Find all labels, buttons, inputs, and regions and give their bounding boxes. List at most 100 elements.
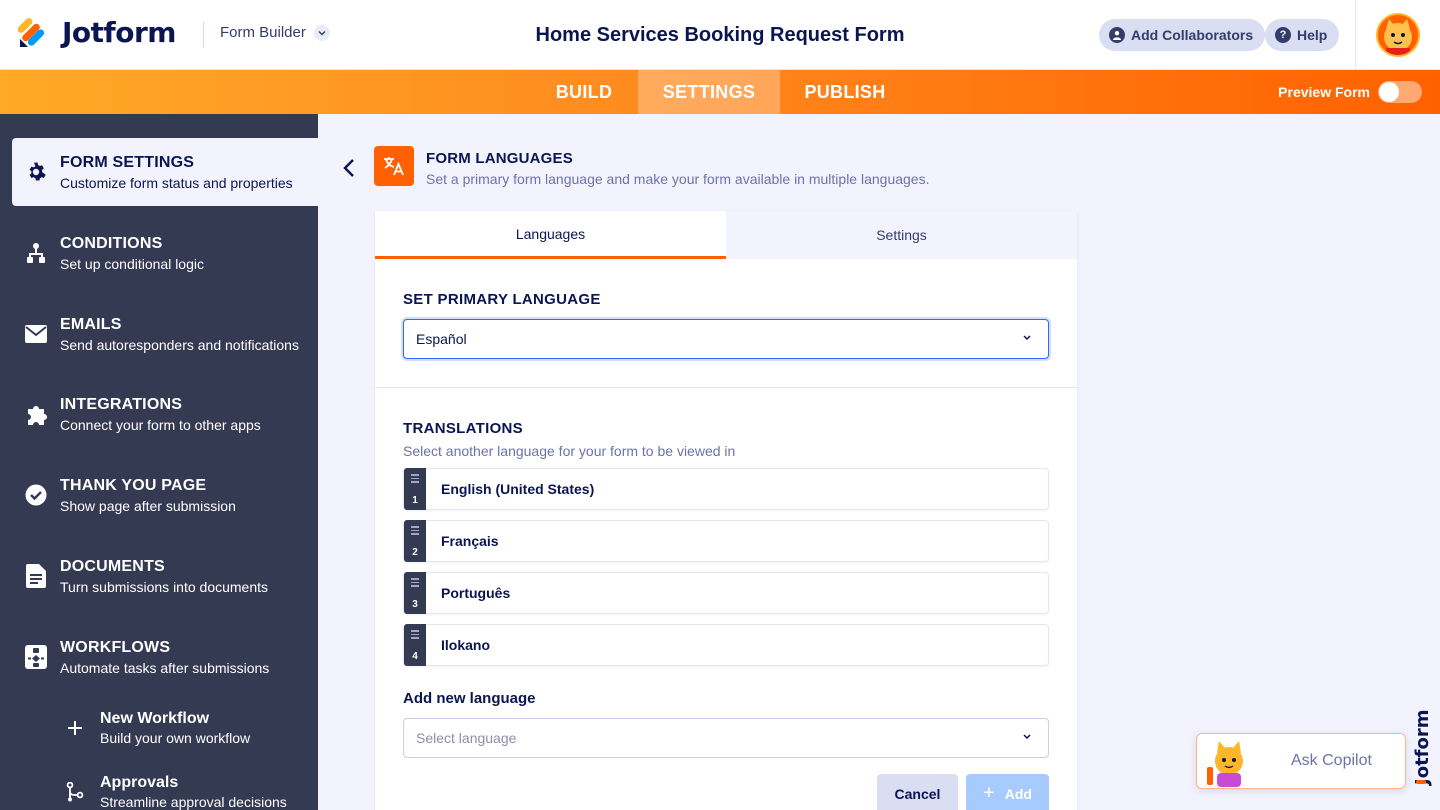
translation-row[interactable]: 1 English (United States) xyxy=(403,468,1049,510)
drag-handle-icon xyxy=(411,578,419,589)
sidebar-item-subtitle: Connect your form to other apps xyxy=(60,416,261,433)
sidebar-item-subtitle: Show page after submission xyxy=(60,497,236,514)
add-button-label: Add xyxy=(1004,786,1032,802)
avatar[interactable] xyxy=(1376,13,1420,57)
translation-row[interactable]: 2 Français xyxy=(403,520,1049,562)
section-title: FORM LANGUAGES xyxy=(426,150,573,167)
workflow-icon xyxy=(12,645,60,669)
check-circle-icon xyxy=(12,484,60,506)
sidebar-item-subtitle: Automate tasks after submissions xyxy=(60,659,270,676)
puzzle-icon xyxy=(12,403,60,425)
svg-text:Jotform: Jotform xyxy=(1412,710,1433,788)
translation-name: Ilokano xyxy=(441,637,491,653)
preview-form: Preview Form xyxy=(1278,81,1422,103)
header-divider xyxy=(203,22,204,48)
tab-build-label: BUILD xyxy=(555,81,613,102)
chevron-left-icon xyxy=(343,159,354,177)
drag-handle[interactable]: 2 xyxy=(404,520,426,562)
sidebar-subitem-new-workflow[interactable]: New Workflow Build your own workflow xyxy=(60,704,318,752)
add-language-label: Add new language xyxy=(403,690,536,707)
user-icon xyxy=(1109,27,1125,43)
add-language-button[interactable]: + Add xyxy=(966,774,1049,810)
envelope-icon xyxy=(12,325,60,343)
drag-handle-icon xyxy=(411,474,419,485)
ask-copilot-button[interactable]: Ask Copilot xyxy=(1196,733,1406,789)
translation-index: 1 xyxy=(412,495,418,506)
form-title[interactable]: Home Services Booking Request Form xyxy=(536,24,905,46)
approvals-icon xyxy=(60,782,90,802)
translation-index: 2 xyxy=(412,547,418,558)
translations-label: TRANSLATIONS xyxy=(403,420,523,437)
jotform-vertical-logo: Jotform xyxy=(1410,690,1434,790)
help-button[interactable]: ? Help xyxy=(1265,19,1340,51)
translations-helper: Select another language for your form to… xyxy=(403,443,736,459)
primary-language-value: Español xyxy=(416,331,467,347)
help-label: Help xyxy=(1297,27,1328,43)
subitem-subtitle: Build your own workflow xyxy=(100,730,251,746)
preview-form-label: Preview Form xyxy=(1278,84,1370,100)
chevron-down-icon xyxy=(1023,734,1031,740)
add-collaborators-label: Add Collaborators xyxy=(1131,27,1254,43)
drag-handle[interactable]: 3 xyxy=(404,572,426,614)
sidebar-item-integrations[interactable]: INTEGRATIONS Connect your form to other … xyxy=(12,380,318,448)
top-header: Jotform Form Builder Home Services Booki… xyxy=(0,0,1440,70)
cat-avatar-icon xyxy=(1384,19,1412,55)
jotform-logo-icon xyxy=(18,17,45,47)
chevron-down-icon xyxy=(1023,335,1031,341)
sidebar-subitem-approvals[interactable]: Approvals Streamline approval decisions xyxy=(60,768,318,810)
plus-icon xyxy=(60,721,90,735)
translation-name: English (United States) xyxy=(441,481,595,497)
chevron-down-icon xyxy=(313,24,330,41)
subitem-title: New Workflow xyxy=(100,710,210,727)
conditions-icon xyxy=(12,242,60,264)
add-collaborators-button[interactable]: Add Collaborators xyxy=(1099,19,1266,51)
sidebar-item-thank-you-page[interactable]: THANK YOU PAGE Show page after submissio… xyxy=(12,461,318,529)
tab-languages-label: Languages xyxy=(515,225,586,242)
sidebar-item-subtitle: Set up conditional logic xyxy=(60,255,204,272)
drag-handle[interactable]: 1 xyxy=(404,468,426,510)
header-separator xyxy=(1355,0,1356,70)
tab-panel-settings-label: Settings xyxy=(876,227,927,243)
sidebar-item-title: THANK YOU PAGE xyxy=(60,476,207,494)
primary-language-select[interactable]: Español xyxy=(403,319,1049,359)
document-icon xyxy=(12,564,60,588)
sidebar-item-subtitle: Customize form status and properties xyxy=(60,174,293,191)
primary-language-label: SET PRIMARY LANGUAGE xyxy=(403,291,601,308)
sidebar-item-subtitle: Turn submissions into documents xyxy=(60,578,269,595)
sidebar-item-conditions[interactable]: CONDITIONS Set up conditional logic xyxy=(12,219,318,287)
tab-build[interactable]: BUILD xyxy=(530,70,638,114)
drag-handle-icon xyxy=(411,526,419,537)
sidebar-item-documents[interactable]: DOCUMENTS Turn submissions into document… xyxy=(12,542,318,610)
translation-name: Português xyxy=(441,585,511,601)
translation-index: 3 xyxy=(412,599,418,610)
cancel-button-label: Cancel xyxy=(894,786,941,802)
sidebar-item-form-settings[interactable]: FORM SETTINGS Customize form status and … xyxy=(12,138,318,206)
tab-settings-label: SETTINGS xyxy=(662,81,756,102)
subitem-title: Approvals xyxy=(100,774,179,791)
ask-copilot-label: Ask Copilot xyxy=(1291,752,1372,769)
tab-settings[interactable]: SETTINGS xyxy=(638,70,780,114)
sidebar-item-title: FORM SETTINGS xyxy=(60,153,195,171)
sidebar-item-emails[interactable]: EMAILS Send autoresponders and notificat… xyxy=(12,300,318,368)
plus-icon: + xyxy=(983,781,995,804)
tab-languages[interactable]: Languages xyxy=(375,211,726,259)
translate-icon xyxy=(374,146,414,186)
sidebar-item-title: WORKFLOWS xyxy=(60,638,171,656)
form-builder-dropdown[interactable]: Form Builder xyxy=(220,24,330,41)
tab-publish[interactable]: PUBLISH xyxy=(780,70,910,114)
drag-handle[interactable]: 4 xyxy=(404,624,426,666)
toggle-knob xyxy=(1379,82,1399,102)
builder-nav: BUILD SETTINGS PUBLISH Preview Form xyxy=(0,70,1440,114)
preview-form-toggle[interactable] xyxy=(1378,81,1422,103)
sidebar-item-workflows[interactable]: WORKFLOWS Automate tasks after submissio… xyxy=(12,623,318,691)
add-language-placeholder: Select language xyxy=(416,730,517,746)
tab-panel-settings[interactable]: Settings xyxy=(726,211,1077,259)
translation-row[interactable]: 4 Ilokano xyxy=(403,624,1049,666)
translation-row[interactable]: 3 Português xyxy=(403,572,1049,614)
add-language-select[interactable]: Select language xyxy=(403,718,1049,758)
jotform-logo[interactable]: Jotform xyxy=(18,16,176,49)
sidebar-item-title: DOCUMENTS xyxy=(60,557,165,575)
sidebar-item-title: EMAILS xyxy=(60,315,122,333)
cancel-button[interactable]: Cancel xyxy=(877,774,958,810)
back-button[interactable] xyxy=(336,154,362,182)
